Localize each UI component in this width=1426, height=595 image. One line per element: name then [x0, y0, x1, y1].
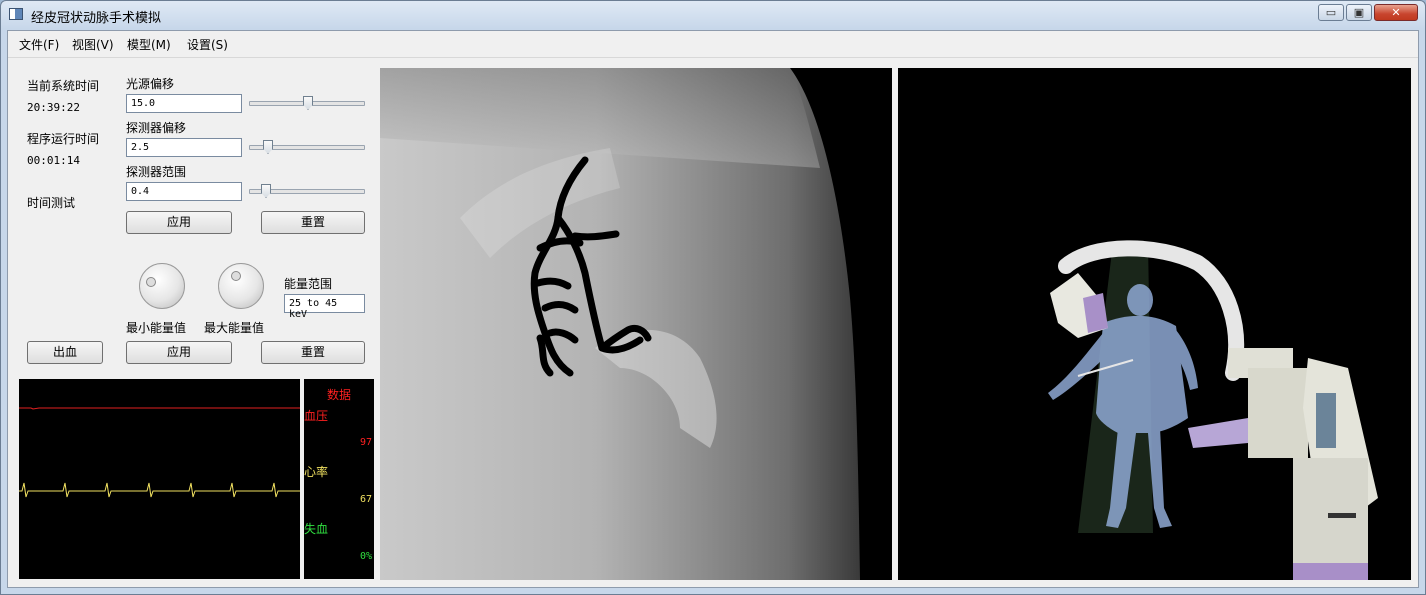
minimize-button[interactable]: ▭	[1318, 4, 1344, 21]
title-bar[interactable]: 经皮冠状动脉手术模拟 ▭ ▣ ✕	[1, 1, 1425, 29]
maximize-icon: ▣	[1353, 6, 1365, 19]
system-time-value: 20:39:22	[27, 101, 80, 114]
min-energy-knob-indicator	[146, 277, 156, 287]
detector-offset-label: 探测器偏移	[126, 121, 187, 135]
menu-model[interactable]: 模型(M)	[127, 36, 171, 53]
hr-label: 心率	[304, 465, 329, 479]
xray-image	[380, 68, 892, 580]
light-offset-slider-thumb[interactable]	[303, 96, 313, 110]
detector-offset-slider-thumb[interactable]	[263, 140, 273, 154]
vitals-title: 数据	[327, 388, 352, 402]
detector-offset-input[interactable]: 2.5	[126, 138, 242, 157]
detector-range-input[interactable]: 0.4	[126, 182, 242, 201]
menu-view[interactable]: 视图(V)	[72, 36, 114, 53]
ecg-monitor	[19, 379, 300, 579]
max-energy-knob-indicator	[231, 271, 241, 281]
bp-label: 血压	[304, 409, 329, 423]
menu-file[interactable]: 文件(F)	[19, 36, 59, 53]
bp-trace	[19, 407, 300, 410]
time-test-label: 时间测试	[27, 196, 76, 210]
client-area: 文件(F) 视图(V) 模型(M) 设置(S) 当前系统时间 20:39:22 …	[7, 30, 1419, 588]
minimize-icon: ▭	[1325, 6, 1337, 19]
detector-range-slider-thumb[interactable]	[261, 184, 271, 198]
maximize-button[interactable]: ▣	[1346, 4, 1372, 21]
run-time-value: 00:01:14	[27, 154, 80, 167]
scene-3d-view[interactable]	[898, 68, 1411, 580]
bp-value: 97	[359, 437, 372, 448]
light-offset-label: 光源偏移	[126, 77, 175, 91]
run-time-label: 程序运行时间	[27, 132, 100, 146]
max-energy-label: 最大能量值	[204, 321, 265, 335]
min-energy-label: 最小能量值	[126, 321, 187, 335]
menu-settings[interactable]: 设置(S)	[187, 36, 228, 53]
detector-range-label: 探测器范围	[126, 165, 187, 179]
max-energy-knob[interactable]	[218, 263, 264, 309]
menu-bar: 文件(F) 视图(V) 模型(M) 设置(S)	[8, 31, 1418, 58]
energy-range-label: 能量范围	[284, 277, 333, 291]
blood-loss-value: 0%	[359, 551, 372, 562]
app-icon	[9, 8, 23, 20]
ecg-waveforms	[19, 407, 300, 498]
hr-trace	[19, 482, 300, 498]
vitals-panel: 数据 血压 97 心率 67 失血 0%	[304, 379, 374, 579]
light-offset-input[interactable]: 15.0	[126, 94, 242, 113]
bleed-button[interactable]: 出血	[27, 341, 103, 364]
min-energy-knob[interactable]	[139, 263, 185, 309]
app-window: 经皮冠状动脉手术模拟 ▭ ▣ ✕ 文件(F) 视图(V) 模型(M) 设置(S)…	[0, 0, 1426, 595]
hr-value: 67	[359, 494, 372, 505]
scene-3d-render	[898, 68, 1411, 580]
apply-energy-button[interactable]: 应用	[126, 341, 232, 364]
energy-range-input[interactable]: 25 to 45 keV	[284, 294, 365, 320]
apply-detector-button[interactable]: 应用	[126, 211, 232, 234]
xray-view[interactable]	[380, 68, 892, 580]
close-icon: ✕	[1391, 6, 1401, 19]
window-title: 经皮冠状动脉手术模拟	[31, 11, 162, 26]
close-button[interactable]: ✕	[1374, 4, 1418, 21]
blood-loss-label: 失血	[304, 522, 329, 536]
system-time-label: 当前系统时间	[27, 79, 100, 93]
reset-energy-button[interactable]: 重置	[261, 341, 365, 364]
reset-detector-button[interactable]: 重置	[261, 211, 365, 234]
